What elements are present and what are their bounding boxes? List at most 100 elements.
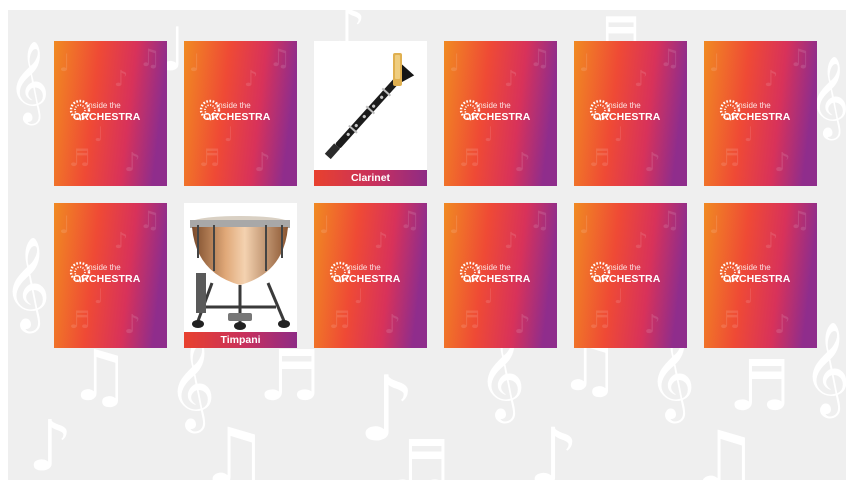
svg-text:♩: ♩ — [579, 49, 590, 77]
memory-card-r1c2[interactable]: ♩ ♪ ♫ ♬ ♪ ♩ Inside the ORCHESTRA — [184, 41, 297, 186]
svg-text:♫: ♫ — [529, 206, 551, 234]
memory-card-r2c4[interactable]: ♩ ♪ ♫ ♬ ♪ ♩ Inside the ORCHESTRA — [444, 203, 557, 348]
logo-subtext: Inside the — [476, 263, 511, 272]
inside-the-orchestra-logo: Inside the ORCHESTRA — [68, 260, 158, 290]
game-board: 𝄞 ♩ ♪ ♫ ♬ 𝄞 𝄞 𝄞 ♫ ♬ ♪ 𝄞 ♫ 𝄞 ♬ 𝄞 ♪ ♫ ♬ ♪ … — [8, 10, 846, 480]
card-back: ♩ ♪ ♫ ♬ ♪ ♩ Inside the ORCHESTRA — [704, 203, 817, 348]
svg-text:♪: ♪ — [774, 148, 791, 178]
logo-subtext: Inside the — [736, 101, 771, 110]
card-back: ♩ ♪ ♫ ♬ ♪ ♩ Inside the ORCHESTRA — [184, 41, 297, 186]
card-face-timpani: Timpani — [184, 203, 297, 348]
svg-text:♬: ♬ — [459, 144, 481, 172]
svg-text:♪: ♪ — [634, 229, 648, 254]
logo-subtext: Inside the — [606, 263, 641, 272]
svg-text:♬: ♬ — [329, 306, 351, 334]
svg-text:♬: ♬ — [69, 306, 91, 334]
svg-text:♪: ♪ — [244, 67, 258, 92]
card-face-clarinet: Clarinet — [314, 41, 427, 186]
inside-the-orchestra-logo: Inside the ORCHESTRA — [718, 260, 808, 290]
inside-the-orchestra-logo: Inside the ORCHESTRA — [458, 98, 548, 128]
svg-text:♪: ♪ — [528, 411, 579, 480]
svg-text:♫: ♫ — [399, 206, 421, 234]
memory-card-r2c6[interactable]: ♩ ♪ ♫ ♬ ♪ ♩ Inside the ORCHESTRA — [704, 203, 817, 348]
svg-text:♩: ♩ — [319, 211, 330, 239]
svg-text:♬: ♬ — [199, 144, 221, 172]
memory-card-r1c4[interactable]: ♩ ♪ ♫ ♬ ♪ ♩ Inside the ORCHESTRA — [444, 41, 557, 186]
svg-text:♩: ♩ — [709, 49, 720, 77]
card-label: Timpani — [184, 332, 297, 348]
logo-subtext: Inside the — [216, 101, 251, 110]
memory-card-r2c3[interactable]: ♩ ♪ ♫ ♬ ♪ ♩ Inside the ORCHESTRA — [314, 203, 427, 348]
svg-text:♫: ♫ — [789, 44, 811, 72]
card-back: ♩ ♪ ♫ ♬ ♪ ♩ Inside the ORCHESTRA — [54, 203, 167, 348]
svg-text:♬: ♬ — [69, 144, 91, 172]
svg-text:♪: ♪ — [504, 67, 518, 92]
svg-text:♫: ♫ — [789, 206, 811, 234]
svg-text:♪: ♪ — [384, 310, 401, 340]
game-stage: 𝄞 ♩ ♪ ♫ ♬ 𝄞 𝄞 𝄞 ♫ ♬ ♪ 𝄞 ♫ 𝄞 ♬ 𝄞 ♪ ♫ ♬ ♪ … — [0, 0, 854, 483]
svg-text:♪: ♪ — [644, 310, 661, 340]
svg-text:♫: ♫ — [688, 414, 760, 480]
svg-text:♬: ♬ — [719, 144, 741, 172]
inside-the-orchestra-logo: Inside the ORCHESTRA — [198, 98, 288, 128]
svg-text:♩: ♩ — [449, 211, 460, 239]
svg-text:♩: ♩ — [189, 49, 200, 77]
inside-the-orchestra-logo: Inside the ORCHESTRA — [718, 98, 808, 128]
memory-card-r1c5[interactable]: ♩ ♪ ♫ ♬ ♪ ♩ Inside the ORCHESTRA — [574, 41, 687, 186]
logo-subtext: Inside the — [86, 101, 121, 110]
svg-text:♪: ♪ — [514, 310, 531, 340]
card-back: ♩ ♪ ♫ ♬ ♪ ♩ Inside the ORCHESTRA — [574, 41, 687, 186]
memory-card-r2c2[interactable]: Timpani — [184, 203, 297, 348]
svg-text:♪: ♪ — [504, 229, 518, 254]
svg-text:𝄞: 𝄞 — [8, 236, 50, 333]
logo-text: ORCHESTRA — [593, 273, 661, 285]
card-back: ♩ ♪ ♫ ♬ ♪ ♩ Inside the ORCHESTRA — [314, 203, 427, 348]
logo-text: ORCHESTRA — [463, 111, 531, 123]
memory-card-r2c5[interactable]: ♩ ♪ ♫ ♬ ♪ ♩ Inside the ORCHESTRA — [574, 203, 687, 348]
memory-card-r1c6[interactable]: ♩ ♪ ♫ ♬ ♪ ♩ Inside the ORCHESTRA — [704, 41, 817, 186]
svg-text:♩: ♩ — [709, 211, 720, 239]
card-label: Clarinet — [314, 170, 427, 186]
svg-text:♪: ♪ — [634, 67, 648, 92]
logo-text: ORCHESTRA — [593, 111, 661, 123]
inside-the-orchestra-logo: Inside the ORCHESTRA — [458, 260, 548, 290]
svg-text:♪: ♪ — [644, 148, 661, 178]
svg-text:♫: ♫ — [529, 44, 551, 72]
logo-text: ORCHESTRA — [463, 273, 531, 285]
timpani-icon — [190, 216, 290, 330]
svg-text:♪: ♪ — [114, 229, 128, 254]
logo-text: ORCHESTRA — [203, 111, 271, 123]
clarinet-icon — [324, 53, 415, 160]
svg-text:♪: ♪ — [514, 148, 531, 178]
svg-text:♬: ♬ — [589, 306, 611, 334]
svg-text:♪: ♪ — [764, 67, 778, 92]
svg-text:♫: ♫ — [659, 206, 681, 234]
card-back: ♩ ♪ ♫ ♬ ♪ ♩ Inside the ORCHESTRA — [444, 203, 557, 348]
memory-card-r1c3[interactable]: Clarinet — [314, 41, 427, 186]
svg-text:♪: ♪ — [254, 148, 271, 178]
svg-text:♩: ♩ — [59, 211, 70, 239]
logo-text: ORCHESTRA — [723, 111, 791, 123]
memory-card-r2c1[interactable]: ♩ ♪ ♫ ♬ ♪ ♩ Inside the ORCHESTRA — [54, 203, 167, 348]
svg-text:♪: ♪ — [764, 229, 778, 254]
svg-text:♪: ♪ — [124, 310, 141, 340]
logo-text: ORCHESTRA — [73, 273, 141, 285]
card-back: ♩ ♪ ♫ ♬ ♪ ♩ Inside the ORCHESTRA — [704, 41, 817, 186]
svg-text:♪: ♪ — [774, 310, 791, 340]
svg-text:♩: ♩ — [579, 211, 590, 239]
logo-subtext: Inside the — [476, 101, 511, 110]
svg-text:♪: ♪ — [124, 148, 141, 178]
card-back: ♩ ♪ ♫ ♬ ♪ ♩ Inside the ORCHESTRA — [574, 203, 687, 348]
svg-text:♬: ♬ — [589, 144, 611, 172]
inside-the-orchestra-logo: Inside the ORCHESTRA — [588, 260, 678, 290]
logo-subtext: Inside the — [606, 101, 641, 110]
inside-the-orchestra-logo: Inside the ORCHESTRA — [588, 98, 678, 128]
inside-the-orchestra-logo: Inside the ORCHESTRA — [328, 260, 418, 290]
svg-text:♩: ♩ — [449, 49, 460, 77]
svg-text:♬: ♬ — [459, 306, 481, 334]
svg-text:♫: ♫ — [198, 411, 270, 480]
memory-card-r1c1[interactable]: ♩ ♪ ♫ ♬ ♪ ♩ Inside the ORCHESTRA — [54, 41, 167, 186]
logo-subtext: Inside the — [86, 263, 121, 272]
svg-text:♫: ♫ — [139, 44, 161, 72]
svg-text:♪: ♪ — [374, 229, 388, 254]
